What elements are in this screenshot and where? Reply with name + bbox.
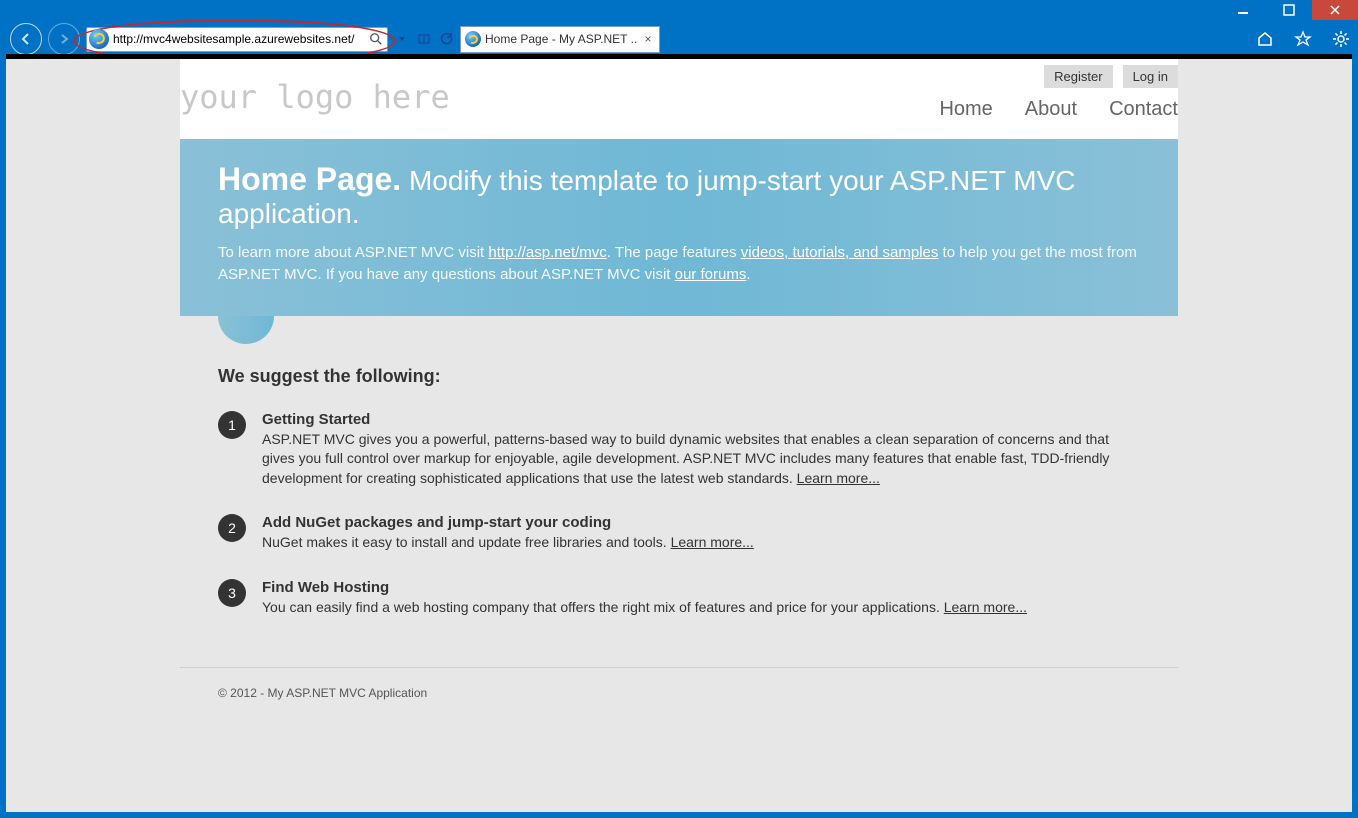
item-number: 3 [218, 579, 246, 607]
back-button[interactable] [10, 23, 42, 55]
tab-title: Home Page - My ASP.NET ... [485, 32, 637, 46]
suggestion-item: 1 Getting Started ASP.NET MVC gives you … [218, 411, 1140, 489]
search-icon[interactable] [369, 32, 383, 46]
compat-view-icon[interactable] [416, 31, 432, 47]
home-icon[interactable] [1256, 30, 1274, 48]
hero-banner: Home Page. Modify this template to jump-… [180, 139, 1178, 316]
forward-button[interactable] [48, 23, 80, 55]
hero-link-forums[interactable]: our forums [675, 266, 747, 283]
item-number: 1 [218, 411, 246, 439]
nav-home[interactable]: Home [939, 98, 992, 121]
hero-paragraph: To learn more about ASP.NET MVC visit ht… [218, 242, 1140, 286]
close-button[interactable] [1312, 0, 1358, 20]
address-bar[interactable] [86, 27, 388, 52]
viewport: your logo here Register Log in Home Abou… [6, 54, 1352, 812]
learn-more-link[interactable]: Learn more... [944, 599, 1027, 615]
hero-link-mvc[interactable]: http://asp.net/mvc [488, 244, 606, 261]
suggestions-section: We suggest the following: 1 Getting Star… [180, 316, 1178, 668]
page-header: your logo here Register Log in Home Abou… [180, 59, 1178, 139]
url-input[interactable] [111, 31, 365, 47]
suggestions-heading: We suggest the following: [218, 366, 1140, 387]
login-link[interactable]: Log in [1123, 65, 1178, 88]
footer-text: © 2012 - My ASP.NET MVC Application [218, 686, 1140, 700]
minimize-button[interactable] [1220, 0, 1266, 20]
refresh-icon[interactable] [438, 31, 454, 47]
nav-about[interactable]: About [1025, 98, 1077, 121]
browser-toolbar: Home Page - My ASP.NET ... × [0, 24, 1358, 54]
browser-tab[interactable]: Home Page - My ASP.NET ... × [460, 26, 660, 53]
item-number: 2 [218, 514, 246, 542]
settings-icon[interactable] [1332, 30, 1350, 48]
page-footer: © 2012 - My ASP.NET MVC Application [180, 667, 1178, 700]
learn-more-link[interactable]: Learn more... [671, 534, 754, 550]
window-titlebar [0, 0, 1358, 24]
item-text: ASP.NET MVC gives you a powerful, patter… [262, 430, 1140, 489]
dropdown-icon[interactable] [394, 31, 410, 47]
item-text: You can easily find a web hosting compan… [262, 598, 1027, 618]
item-title: Getting Started [262, 411, 1140, 428]
ie-icon [465, 31, 481, 47]
item-title: Add NuGet packages and jump-start your c… [262, 514, 754, 531]
site-logo: your logo here [180, 81, 450, 113]
suggestion-item: 3 Find Web Hosting You can easily find a… [218, 579, 1140, 618]
item-text: NuGet makes it easy to install and updat… [262, 533, 754, 553]
suggestion-item: 2 Add NuGet packages and jump-start your… [218, 514, 1140, 553]
tab-close-icon[interactable]: × [641, 32, 655, 46]
ie-icon [89, 29, 109, 49]
hero-title: Home Page. Modify this template to jump-… [218, 161, 1140, 230]
register-link[interactable]: Register [1044, 65, 1112, 88]
learn-more-link[interactable]: Learn more... [797, 470, 880, 486]
favorites-icon[interactable] [1294, 30, 1312, 48]
nav-contact[interactable]: Contact [1109, 98, 1178, 121]
maximize-button[interactable] [1266, 0, 1312, 20]
item-title: Find Web Hosting [262, 579, 1027, 596]
hero-link-samples[interactable]: videos, tutorials, and samples [741, 244, 939, 261]
